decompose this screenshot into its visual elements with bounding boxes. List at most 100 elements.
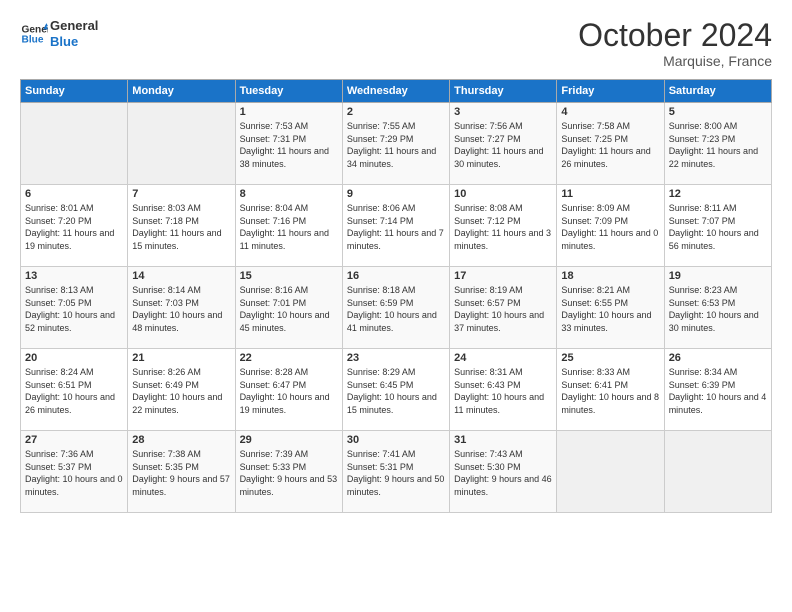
day-content: Sunrise: 8:01 AM Sunset: 7:20 PM Dayligh…	[25, 202, 123, 252]
header-cell-monday: Monday	[128, 80, 235, 103]
calendar-cell: 22 Sunrise: 8:28 AM Sunset: 6:47 PM Dayli…	[235, 349, 342, 431]
calendar-cell: 15 Sunrise: 8:16 AM Sunset: 7:01 PM Dayli…	[235, 267, 342, 349]
calendar-cell: 24 Sunrise: 8:31 AM Sunset: 6:43 PM Dayli…	[450, 349, 557, 431]
day-content: Sunrise: 8:14 AM Sunset: 7:03 PM Dayligh…	[132, 284, 230, 334]
calendar-cell: 28 Sunrise: 7:38 AM Sunset: 5:35 PM Dayli…	[128, 431, 235, 513]
logo-blue: Blue	[50, 34, 98, 50]
day-number: 7	[132, 188, 230, 200]
day-content: Sunrise: 8:24 AM Sunset: 6:51 PM Dayligh…	[25, 366, 123, 416]
calendar-cell: 23 Sunrise: 8:29 AM Sunset: 6:45 PM Dayli…	[342, 349, 449, 431]
logo-icon: General Blue	[20, 20, 48, 48]
day-number: 21	[132, 352, 230, 364]
calendar-cell: 31 Sunrise: 7:43 AM Sunset: 5:30 PM Dayli…	[450, 431, 557, 513]
day-content: Sunrise: 8:26 AM Sunset: 6:49 PM Dayligh…	[132, 366, 230, 416]
header-cell-tuesday: Tuesday	[235, 80, 342, 103]
day-number: 1	[240, 106, 338, 118]
calendar-cell: 25Sunrise: 8:33 AM Sunset: 6:41 PM Dayli…	[557, 349, 664, 431]
header-cell-wednesday: Wednesday	[342, 80, 449, 103]
header-cell-saturday: Saturday	[664, 80, 771, 103]
day-number: 28	[132, 434, 230, 446]
day-number: 22	[240, 352, 338, 364]
day-number: 24	[454, 352, 552, 364]
day-number: 18	[561, 270, 659, 282]
week-row-2: 13 Sunrise: 8:13 AM Sunset: 7:05 PM Dayli…	[21, 267, 772, 349]
day-content: Sunrise: 8:34 AM Sunset: 6:39 PM Dayligh…	[669, 366, 767, 416]
day-number: 17	[454, 270, 552, 282]
calendar-cell: 2Sunrise: 7:55 AM Sunset: 7:29 PM Daylig…	[342, 103, 449, 185]
day-content: Sunrise: 7:53 AM Sunset: 7:31 PM Dayligh…	[240, 120, 338, 170]
month-title: October 2024	[578, 18, 772, 53]
calendar-cell: 14 Sunrise: 8:14 AM Sunset: 7:03 PM Dayli…	[128, 267, 235, 349]
calendar-cell: 20 Sunrise: 8:24 AM Sunset: 6:51 PM Dayli…	[21, 349, 128, 431]
calendar-table: SundayMondayTuesdayWednesdayThursdayFrid…	[20, 79, 772, 513]
day-number: 26	[669, 352, 767, 364]
day-number: 23	[347, 352, 445, 364]
day-content: Sunrise: 8:16 AM Sunset: 7:01 PM Dayligh…	[240, 284, 338, 334]
calendar-cell: 7 Sunrise: 8:03 AM Sunset: 7:18 PM Daylig…	[128, 185, 235, 267]
day-number: 20	[25, 352, 123, 364]
day-content: Sunrise: 8:11 AM Sunset: 7:07 PM Dayligh…	[669, 202, 767, 252]
day-number: 30	[347, 434, 445, 446]
day-number: 19	[669, 270, 767, 282]
calendar-cell	[557, 431, 664, 513]
day-number: 12	[669, 188, 767, 200]
day-number: 3	[454, 106, 552, 118]
day-number: 6	[25, 188, 123, 200]
calendar-cell	[128, 103, 235, 185]
day-content: Sunrise: 8:28 AM Sunset: 6:47 PM Dayligh…	[240, 366, 338, 416]
day-content: Sunrise: 8:00 AM Sunset: 7:23 PM Dayligh…	[669, 120, 767, 170]
day-content: Sunrise: 7:36 AM Sunset: 5:37 PM Dayligh…	[25, 448, 123, 498]
calendar-cell: 26 Sunrise: 8:34 AM Sunset: 6:39 PM Dayli…	[664, 349, 771, 431]
day-content: Sunrise: 8:13 AM Sunset: 7:05 PM Dayligh…	[25, 284, 123, 334]
day-content: Sunrise: 7:55 AM Sunset: 7:29 PM Dayligh…	[347, 120, 445, 170]
header: General Blue General Blue October 2024 M…	[20, 18, 772, 69]
calendar-cell: 8 Sunrise: 8:04 AM Sunset: 7:16 PM Daylig…	[235, 185, 342, 267]
day-content: Sunrise: 8:18 AM Sunset: 6:59 PM Dayligh…	[347, 284, 445, 334]
title-block: October 2024 Marquise, France	[578, 18, 772, 69]
day-number: 5	[669, 106, 767, 118]
calendar-cell: 5 Sunrise: 8:00 AM Sunset: 7:23 PM Daylig…	[664, 103, 771, 185]
day-content: Sunrise: 7:58 AM Sunset: 7:25 PM Dayligh…	[561, 120, 659, 170]
day-content: Sunrise: 8:19 AM Sunset: 6:57 PM Dayligh…	[454, 284, 552, 334]
calendar-cell: 1 Sunrise: 7:53 AM Sunset: 7:31 PM Daylig…	[235, 103, 342, 185]
header-cell-sunday: Sunday	[21, 80, 128, 103]
day-content: Sunrise: 8:03 AM Sunset: 7:18 PM Dayligh…	[132, 202, 230, 252]
day-content: Sunrise: 7:56 AM Sunset: 7:27 PM Dayligh…	[454, 120, 552, 170]
day-content: Sunrise: 8:09 AM Sunset: 7:09 PM Dayligh…	[561, 202, 659, 252]
calendar-body: 1 Sunrise: 7:53 AM Sunset: 7:31 PM Daylig…	[21, 103, 772, 513]
calendar-cell: 11 Sunrise: 8:09 AM Sunset: 7:09 PM Dayli…	[557, 185, 664, 267]
header-cell-friday: Friday	[557, 80, 664, 103]
calendar-cell: 4 Sunrise: 7:58 AM Sunset: 7:25 PM Daylig…	[557, 103, 664, 185]
day-number: 11	[561, 188, 659, 200]
calendar-cell: 21 Sunrise: 8:26 AM Sunset: 6:49 PM Dayli…	[128, 349, 235, 431]
day-number: 29	[240, 434, 338, 446]
day-number: 13	[25, 270, 123, 282]
day-number: 14	[132, 270, 230, 282]
week-row-0: 1 Sunrise: 7:53 AM Sunset: 7:31 PM Daylig…	[21, 103, 772, 185]
page: General Blue General Blue October 2024 M…	[0, 0, 792, 612]
day-content: Sunrise: 8:31 AM Sunset: 6:43 PM Dayligh…	[454, 366, 552, 416]
calendar-cell	[664, 431, 771, 513]
calendar-cell: 10 Sunrise: 8:08 AM Sunset: 7:12 PM Dayli…	[450, 185, 557, 267]
calendar-cell: 3 Sunrise: 7:56 AM Sunset: 7:27 PM Daylig…	[450, 103, 557, 185]
day-content: Sunrise: 8:04 AM Sunset: 7:16 PM Dayligh…	[240, 202, 338, 252]
day-content: Sunrise: 7:38 AM Sunset: 5:35 PM Dayligh…	[132, 448, 230, 498]
day-content: Sunrise: 7:43 AM Sunset: 5:30 PM Dayligh…	[454, 448, 552, 498]
day-number: 15	[240, 270, 338, 282]
calendar-cell: 9Sunrise: 8:06 AM Sunset: 7:14 PM Daylig…	[342, 185, 449, 267]
day-number: 31	[454, 434, 552, 446]
calendar-header-row: SundayMondayTuesdayWednesdayThursdayFrid…	[21, 80, 772, 103]
week-row-3: 20 Sunrise: 8:24 AM Sunset: 6:51 PM Dayli…	[21, 349, 772, 431]
location: Marquise, France	[578, 53, 772, 69]
calendar-cell: 19Sunrise: 8:23 AM Sunset: 6:53 PM Dayli…	[664, 267, 771, 349]
day-content: Sunrise: 8:33 AM Sunset: 6:41 PM Dayligh…	[561, 366, 659, 416]
day-content: Sunrise: 8:06 AM Sunset: 7:14 PM Dayligh…	[347, 202, 445, 252]
header-cell-thursday: Thursday	[450, 80, 557, 103]
day-content: Sunrise: 8:29 AM Sunset: 6:45 PM Dayligh…	[347, 366, 445, 416]
day-content: Sunrise: 8:08 AM Sunset: 7:12 PM Dayligh…	[454, 202, 552, 252]
day-number: 8	[240, 188, 338, 200]
calendar-cell: 13 Sunrise: 8:13 AM Sunset: 7:05 PM Dayli…	[21, 267, 128, 349]
day-number: 10	[454, 188, 552, 200]
calendar-cell: 29Sunrise: 7:39 AM Sunset: 5:33 PM Dayli…	[235, 431, 342, 513]
day-number: 4	[561, 106, 659, 118]
